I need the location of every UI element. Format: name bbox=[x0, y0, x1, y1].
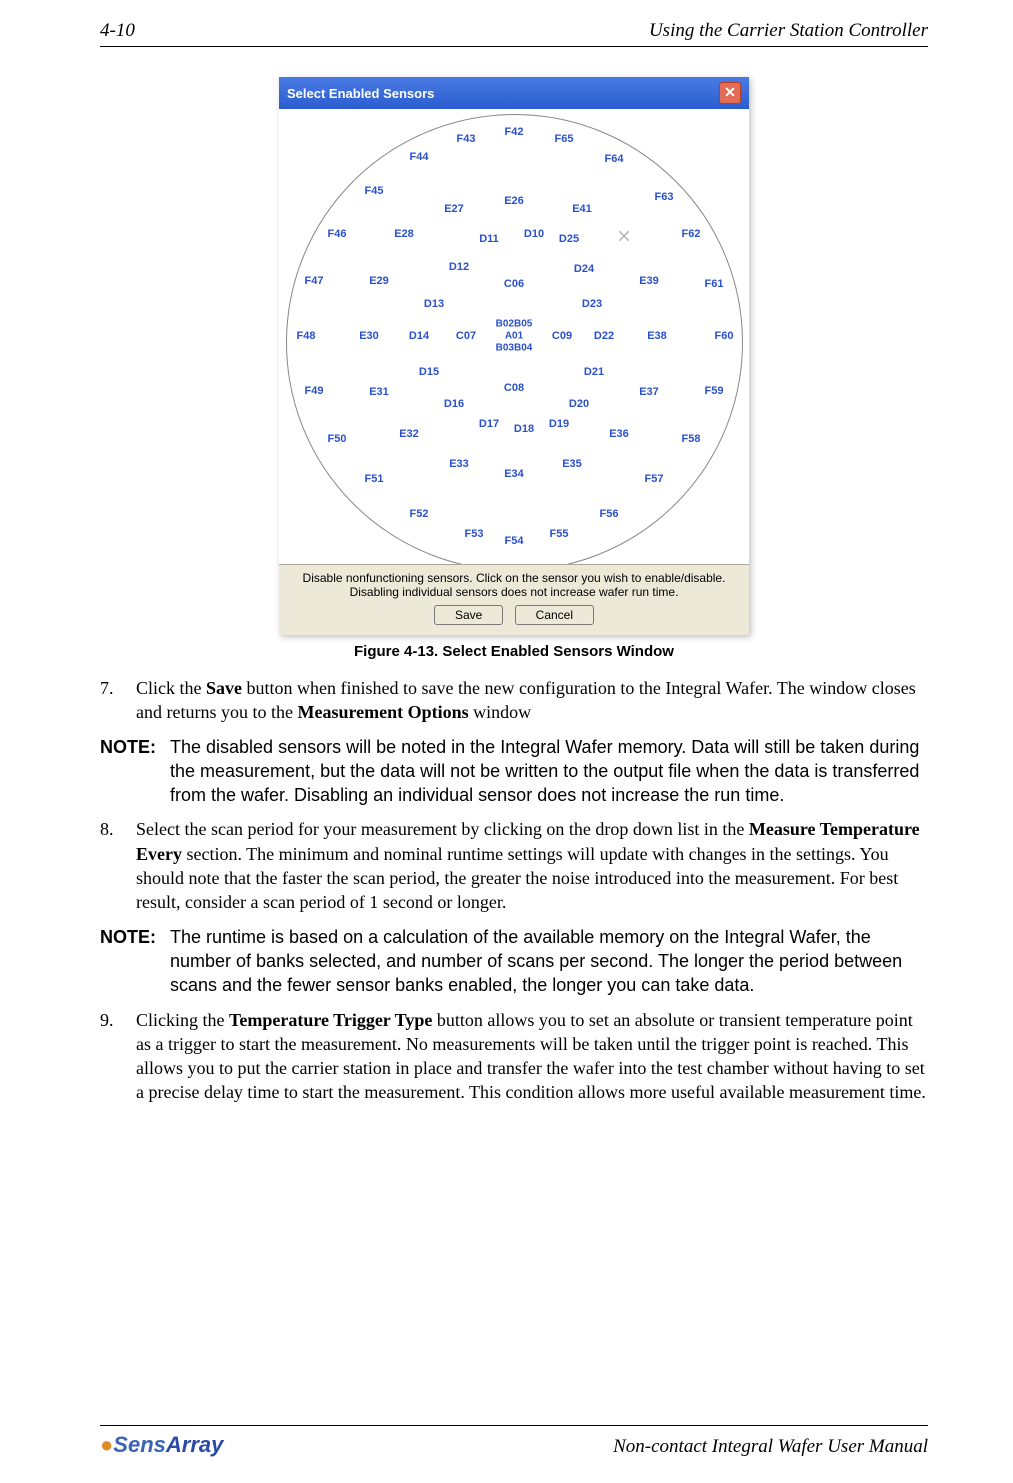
sensor-e30[interactable]: E30 bbox=[359, 330, 379, 342]
sensor-c08[interactable]: C08 bbox=[504, 382, 524, 394]
sensor-f50[interactable]: F50 bbox=[328, 433, 347, 445]
sensor-d22[interactable]: D22 bbox=[594, 330, 614, 342]
sensor-d17[interactable]: D17 bbox=[479, 418, 499, 430]
step-number: 7. bbox=[100, 676, 136, 725]
dialog-hint-text: Disable nonfunctioning sensors. Click on… bbox=[295, 571, 733, 599]
sensor-f61[interactable]: F61 bbox=[705, 278, 724, 290]
sensor-b02b05[interactable]: B02B05 bbox=[496, 319, 533, 330]
sensor-e26[interactable]: E26 bbox=[504, 195, 524, 207]
step-8: 8. Select the scan period for your measu… bbox=[100, 817, 928, 914]
sensor-f45[interactable]: F45 bbox=[365, 185, 384, 197]
sensor-f52[interactable]: F52 bbox=[410, 508, 429, 520]
sensor-f65[interactable]: F65 bbox=[555, 133, 574, 145]
sensor-d11[interactable]: D11 bbox=[479, 233, 499, 245]
step-number: 8. bbox=[100, 817, 136, 914]
sensor-d19[interactable]: D19 bbox=[549, 418, 569, 430]
note-1: NOTE: The disabled sensors will be noted… bbox=[100, 735, 928, 808]
sensor-disabled-x-icon[interactable]: ✕ bbox=[616, 227, 631, 248]
section-title: Using the Carrier Station Controller bbox=[649, 20, 928, 42]
sensor-f46[interactable]: F46 bbox=[328, 228, 347, 240]
dialog-hint-panel: Disable nonfunctioning sensors. Click on… bbox=[279, 564, 749, 635]
sensor-f55[interactable]: F55 bbox=[550, 528, 569, 540]
sensor-f48[interactable]: F48 bbox=[297, 330, 316, 342]
sensor-f49[interactable]: F49 bbox=[305, 385, 324, 397]
sensor-f53[interactable]: F53 bbox=[465, 528, 484, 540]
sensor-d20[interactable]: D20 bbox=[569, 398, 589, 410]
sensor-c06[interactable]: C06 bbox=[504, 278, 524, 290]
sensor-d16[interactable]: D16 bbox=[444, 398, 464, 410]
sensor-f60[interactable]: F60 bbox=[715, 330, 734, 342]
sensor-e37[interactable]: E37 bbox=[639, 386, 659, 398]
sensor-b03b04[interactable]: B03B04 bbox=[496, 343, 533, 354]
sensor-f64[interactable]: F64 bbox=[605, 153, 624, 165]
step-9: 9. Clicking the Temperature Trigger Type… bbox=[100, 1008, 928, 1105]
sensor-c07[interactable]: C07 bbox=[456, 330, 476, 342]
sensor-d24[interactable]: D24 bbox=[574, 263, 594, 275]
logo-dot-icon: ● bbox=[100, 1432, 113, 1457]
step-7: 7. Click the Save button when finished t… bbox=[100, 676, 928, 725]
sensor-d10[interactable]: D10 bbox=[524, 228, 544, 240]
sensor-d21[interactable]: D21 bbox=[584, 366, 604, 378]
sensor-d23[interactable]: D23 bbox=[582, 298, 602, 310]
sensor-f59[interactable]: F59 bbox=[705, 385, 724, 397]
sensor-e38[interactable]: E38 bbox=[647, 330, 667, 342]
save-button[interactable]: Save bbox=[434, 605, 503, 625]
sensor-f51[interactable]: F51 bbox=[365, 473, 384, 485]
sensor-e28[interactable]: E28 bbox=[394, 228, 414, 240]
sensor-d12[interactable]: D12 bbox=[449, 261, 469, 273]
sensor-d13[interactable]: D13 bbox=[424, 298, 444, 310]
note-text: The runtime is based on a calculation of… bbox=[170, 925, 928, 998]
note-label: NOTE: bbox=[100, 925, 170, 998]
sensor-d18[interactable]: D18 bbox=[514, 423, 534, 435]
dialog-titlebar: Select Enabled Sensors ✕ bbox=[279, 77, 749, 109]
figure-caption: Figure 4-13. Select Enabled Sensors Wind… bbox=[100, 643, 928, 660]
sensor-f56[interactable]: F56 bbox=[600, 508, 619, 520]
sensor-e29[interactable]: E29 bbox=[369, 275, 389, 287]
sensor-e39[interactable]: E39 bbox=[639, 275, 659, 287]
sensor-f58[interactable]: F58 bbox=[682, 433, 701, 445]
cancel-button[interactable]: Cancel bbox=[515, 605, 594, 625]
sensor-e41[interactable]: E41 bbox=[572, 203, 592, 215]
select-enabled-sensors-dialog: Select Enabled Sensors ✕ B02B05 A01 B03B… bbox=[279, 77, 749, 635]
sensor-e32[interactable]: E32 bbox=[399, 428, 419, 440]
note-label: NOTE: bbox=[100, 735, 170, 808]
sensor-e34[interactable]: E34 bbox=[504, 468, 524, 480]
sensor-e35[interactable]: E35 bbox=[562, 458, 582, 470]
sensor-d15[interactable]: D15 bbox=[419, 366, 439, 378]
sensor-f57[interactable]: F57 bbox=[645, 473, 664, 485]
sensor-d14[interactable]: D14 bbox=[409, 330, 429, 342]
close-icon[interactable]: ✕ bbox=[719, 82, 741, 104]
sensor-e36[interactable]: E36 bbox=[609, 428, 629, 440]
sensor-f43[interactable]: F43 bbox=[457, 133, 476, 145]
step-number: 9. bbox=[100, 1008, 136, 1105]
sensor-f54[interactable]: F54 bbox=[505, 535, 524, 547]
dialog-title: Select Enabled Sensors bbox=[287, 86, 434, 101]
footer-title: Non-contact Integral Wafer User Manual bbox=[613, 1436, 928, 1458]
sensor-canvas: B02B05 A01 B03B04 C06 C07 C08 C09 D10 D1… bbox=[279, 109, 749, 564]
sensor-d25[interactable]: D25 bbox=[559, 233, 579, 245]
sensor-e27[interactable]: E27 bbox=[444, 203, 464, 215]
sensor-e33[interactable]: E33 bbox=[449, 458, 469, 470]
sensor-a01[interactable]: A01 bbox=[505, 331, 523, 342]
page-number: 4-10 bbox=[100, 20, 135, 42]
note-text: The disabled sensors will be noted in th… bbox=[170, 735, 928, 808]
sensor-f42[interactable]: F42 bbox=[505, 126, 524, 138]
sensor-f62[interactable]: F62 bbox=[682, 228, 701, 240]
sensor-f44[interactable]: F44 bbox=[410, 151, 429, 163]
note-2: NOTE: The runtime is based on a calculat… bbox=[100, 925, 928, 998]
sensor-c09[interactable]: C09 bbox=[552, 330, 572, 342]
sensor-f63[interactable]: F63 bbox=[655, 191, 674, 203]
sensarray-logo: ●SensArray bbox=[100, 1432, 223, 1458]
sensor-f47[interactable]: F47 bbox=[305, 275, 324, 287]
sensor-e31[interactable]: E31 bbox=[369, 386, 389, 398]
